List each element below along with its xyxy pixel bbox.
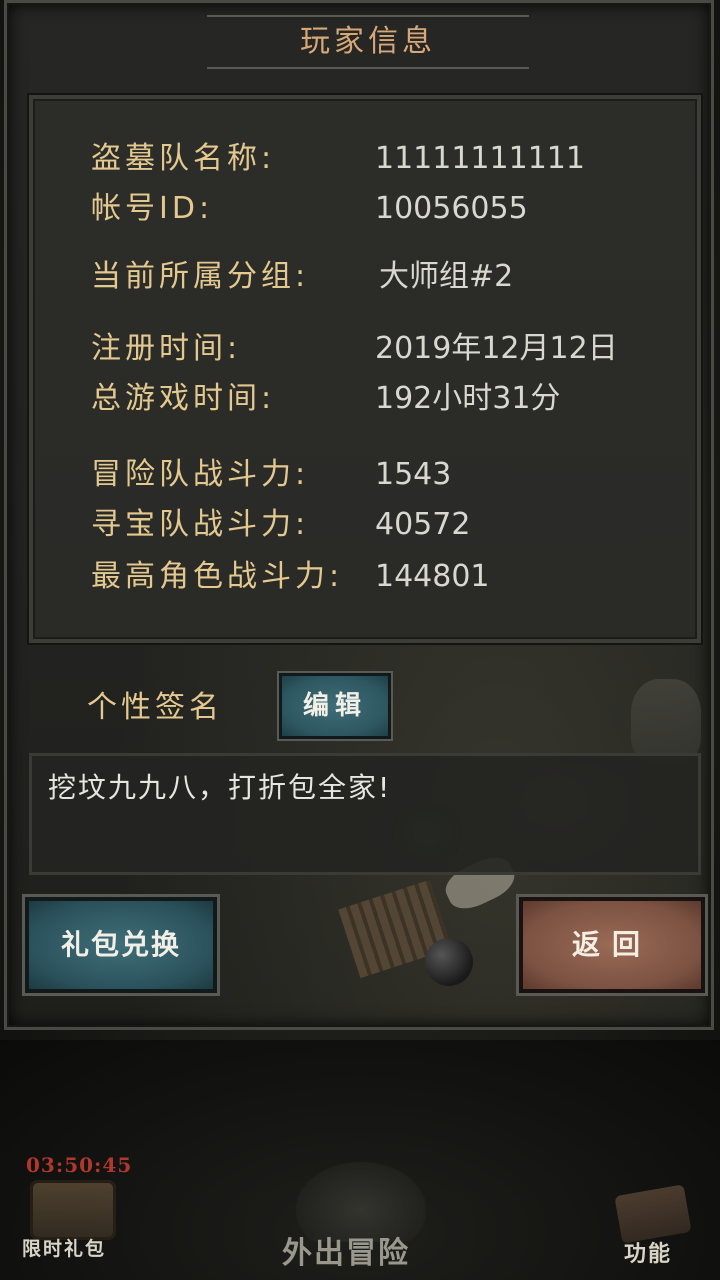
treasure-chest-icon[interactable] [30, 1180, 116, 1240]
info-row-register-time: 注册时间: 2019年12月12日 [33, 327, 697, 371]
dialog-title: 玩家信息 [300, 24, 436, 59]
gift-exchange-button[interactable]: 礼包兑换 [25, 897, 217, 993]
info-label: 盗墓队名称: [91, 141, 276, 176]
info-value: 192小时31分 [375, 381, 561, 416]
info-row-treasure-power: 寻宝队战斗力: 40572 [33, 503, 697, 547]
info-row-account-id: 帐号ID: 10056055 [33, 187, 697, 231]
functions-label[interactable]: 功能 [624, 1236, 672, 1268]
back-button[interactable]: 返回 [519, 897, 705, 993]
info-value: 11111111111 [375, 141, 585, 176]
info-panel: 盗墓队名称: 11111111111 帐号ID: 10056055 当前所属分组… [29, 95, 701, 643]
info-label: 注册时间: [91, 331, 242, 366]
iron-ball-decoration [425, 938, 473, 986]
info-value: 大师组#2 [379, 259, 514, 294]
vase-decoration [631, 679, 701, 763]
info-label: 总游戏时间: [91, 381, 276, 416]
info-value: 40572 [375, 507, 471, 542]
info-label: 当前所属分组: [91, 259, 310, 294]
info-row-team-name: 盗墓队名称: 11111111111 [33, 137, 697, 181]
info-row-group: 当前所属分组: 大师组#2 [33, 255, 697, 299]
info-value: 1543 [375, 457, 452, 492]
dialog-title-bar: 玩家信息 [207, 15, 529, 69]
edit-signature-button[interactable]: 编辑 [279, 673, 391, 739]
player-info-dialog: 玩家信息 盗墓队名称: 11111111111 帐号ID: 10056055 当… [4, 0, 714, 1030]
info-value: 144801 [375, 559, 490, 594]
limited-gift-label[interactable]: 限时礼包 [22, 1234, 106, 1261]
game-screen: 玩家信息 盗墓队名称: 11111111111 帐号ID: 10056055 当… [0, 0, 720, 1280]
info-value: 10056055 [375, 191, 528, 226]
signature-label: 个性签名 [87, 690, 223, 725]
gift-countdown-timer: 03:50:45 [26, 1153, 133, 1177]
info-label: 帐号ID: [91, 191, 214, 226]
info-row-top-character-power: 最高角色战斗力: 144801 [33, 555, 697, 599]
info-row-total-play-time: 总游戏时间: 192小时31分 [33, 377, 697, 421]
info-label: 冒险队战斗力: [91, 457, 310, 492]
info-row-adventure-power: 冒险队战斗力: 1543 [33, 453, 697, 497]
adventure-label[interactable]: 外出冒险 [282, 1228, 410, 1272]
signature-box[interactable]: 挖坟九九八，打折包全家! [29, 753, 701, 875]
info-label: 寻宝队战斗力: [91, 507, 310, 542]
info-label: 最高角色战斗力: [91, 559, 344, 594]
info-value: 2019年12月12日 [375, 331, 618, 366]
signature-text: 挖坟九九八，打折包全家! [48, 771, 392, 804]
